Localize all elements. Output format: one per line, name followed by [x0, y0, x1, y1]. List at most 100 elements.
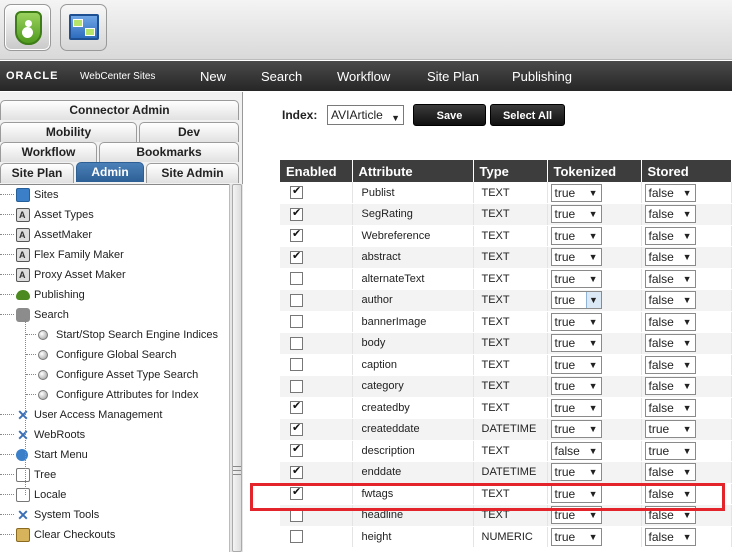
tokenized-select[interactable]: true ▼ — [550, 527, 602, 546]
tab-connector-admin[interactable]: Connector Admin — [0, 100, 239, 120]
asset-icon — [16, 245, 30, 265]
stored-select[interactable]: false ▼ — [644, 463, 696, 482]
enabled-checkbox[interactable] — [290, 184, 303, 199]
attribute-cell: bannerImage — [352, 311, 474, 333]
chevron-down-icon: ▼ — [585, 292, 601, 309]
tree-item[interactable]: Clear Checkouts — [0, 525, 228, 545]
stored-select[interactable]: true ▼ — [644, 441, 696, 460]
tokenized-select[interactable]: true ▼ — [550, 269, 602, 288]
tree-item[interactable]: User Access Management — [0, 405, 228, 425]
tokenized-select[interactable]: true ▼ — [550, 334, 602, 353]
tokenized-select[interactable]: true ▼ — [550, 183, 602, 202]
tree-item[interactable]: WebRoots — [0, 425, 228, 445]
tab-dev[interactable]: Dev — [139, 122, 239, 142]
enabled-checkbox[interactable] — [290, 206, 303, 221]
chevron-down-icon: ▼ — [588, 402, 598, 413]
tab-workflow[interactable]: Workflow — [0, 142, 97, 162]
stored-select[interactable]: false ▼ — [644, 527, 696, 546]
stored-select[interactable]: false ▼ — [644, 506, 696, 525]
stored-select[interactable]: true ▼ — [644, 420, 696, 439]
stored-cell: false ▼ — [641, 225, 732, 247]
tree-item[interactable]: Start Menu — [0, 445, 228, 465]
tokenized-select[interactable]: true ▼ — [550, 312, 602, 331]
tree-item[interactable]: Search — [0, 305, 228, 325]
enabled-checkbox[interactable] — [290, 464, 303, 479]
stored-select[interactable]: false ▼ — [644, 334, 696, 353]
stored-select[interactable]: false ▼ — [644, 355, 696, 374]
tokenized-select[interactable]: true ▼ — [550, 355, 602, 374]
webcenter-app-icon[interactable] — [4, 4, 51, 51]
nav-search[interactable]: Search — [261, 69, 302, 84]
enabled-checkbox[interactable] — [290, 421, 303, 436]
nav-workflow[interactable]: Workflow — [337, 69, 390, 84]
type-cell: DATETIME — [473, 418, 548, 441]
enabled-checkbox[interactable] — [290, 336, 303, 350]
tree-item[interactable]: Sites — [0, 185, 228, 205]
tree-item[interactable]: Configure Asset Type Search — [0, 365, 228, 385]
tokenized-select[interactable]: true ▼ — [550, 420, 602, 439]
tokenized-select[interactable]: true ▼ — [550, 484, 602, 503]
tree-scrollbar[interactable] — [229, 184, 243, 552]
stored-select[interactable]: false ▼ — [644, 484, 696, 503]
scroll-grip-icon — [233, 466, 241, 475]
tokenized-select[interactable]: false ▼ — [550, 441, 602, 460]
index-select[interactable]: AVIArticle ▼ — [327, 105, 404, 125]
tree-connector — [0, 434, 14, 435]
tokenized-select[interactable]: true ▼ — [550, 226, 602, 245]
tree-item[interactable]: Proxy Asset Maker — [0, 265, 228, 285]
tokenized-select[interactable]: true ▼ — [550, 463, 602, 482]
tree-item[interactable]: Locale — [0, 485, 228, 505]
tree-item[interactable]: Flex Family Maker — [0, 245, 228, 265]
enabled-checkbox[interactable] — [290, 485, 303, 501]
tab-bookmarks[interactable]: Bookmarks — [99, 142, 239, 162]
stored-cell: false ▼ — [641, 332, 732, 355]
tokenized-select[interactable]: true ▼ — [550, 398, 602, 417]
tokenized-select[interactable]: true ▼ — [550, 506, 602, 525]
stored-select[interactable]: false ▼ — [644, 248, 696, 267]
tokenized-cell: true ▼ — [547, 289, 642, 312]
tree-item[interactable]: System Tools — [0, 505, 228, 525]
tokenized-select[interactable]: true ▼ — [550, 248, 602, 267]
enabled-checkbox[interactable] — [290, 249, 303, 264]
nav-site-plan[interactable]: Site Plan — [427, 69, 479, 84]
stored-select[interactable]: false ▼ — [644, 183, 696, 202]
stored-select[interactable]: false ▼ — [644, 377, 696, 396]
tokenized-select[interactable]: true ▼ — [550, 205, 602, 224]
tokenized-select[interactable]: true ▼ — [550, 291, 602, 310]
nav-new[interactable]: New — [200, 69, 226, 84]
enabled-checkbox[interactable] — [290, 293, 303, 307]
nav-publishing[interactable]: Publishing — [512, 69, 572, 84]
stored-select[interactable]: false ▼ — [644, 398, 696, 417]
save-button[interactable]: Save — [413, 104, 486, 126]
stored-select[interactable]: false ▼ — [644, 269, 696, 288]
enabled-checkbox[interactable] — [290, 399, 303, 415]
tokenized-select[interactable]: true ▼ — [550, 377, 602, 396]
tree-item[interactable]: Configure Attributes for Index — [0, 385, 228, 405]
stored-select[interactable]: false ▼ — [644, 291, 696, 310]
stored-select[interactable]: false ▼ — [644, 205, 696, 224]
tab-site-plan[interactable]: Site Plan — [0, 163, 74, 183]
tree-item[interactable]: Start/Stop Search Engine Indices — [0, 325, 228, 345]
tree-item[interactable]: Configure Global Search — [0, 345, 228, 365]
enabled-checkbox[interactable] — [290, 315, 303, 329]
enabled-checkbox[interactable] — [290, 227, 303, 243]
insite-app-icon[interactable] — [60, 4, 107, 51]
enabled-checkbox[interactable] — [290, 530, 303, 544]
enabled-checkbox[interactable] — [290, 379, 303, 393]
enabled-checkbox[interactable] — [290, 272, 303, 286]
tree-item[interactable]: Publishing — [0, 285, 228, 305]
tree-item[interactable]: Asset Types — [0, 205, 228, 225]
stored-select[interactable]: false ▼ — [644, 312, 696, 331]
stored-select[interactable]: false ▼ — [644, 226, 696, 245]
stored-value: false — [648, 400, 674, 415]
tab-site-admin[interactable]: Site Admin — [146, 163, 239, 183]
tree-item[interactable]: Tree — [0, 465, 228, 485]
enabled-checkbox[interactable] — [290, 442, 303, 458]
stored-value: false — [648, 228, 674, 243]
enabled-checkbox[interactable] — [290, 508, 303, 522]
tab-admin[interactable]: Admin — [76, 162, 144, 182]
select-all-button[interactable]: Select All — [490, 104, 565, 126]
tree-item[interactable]: AssetMaker — [0, 225, 228, 245]
tab-mobility[interactable]: Mobility — [0, 122, 137, 142]
enabled-checkbox[interactable] — [290, 358, 303, 372]
